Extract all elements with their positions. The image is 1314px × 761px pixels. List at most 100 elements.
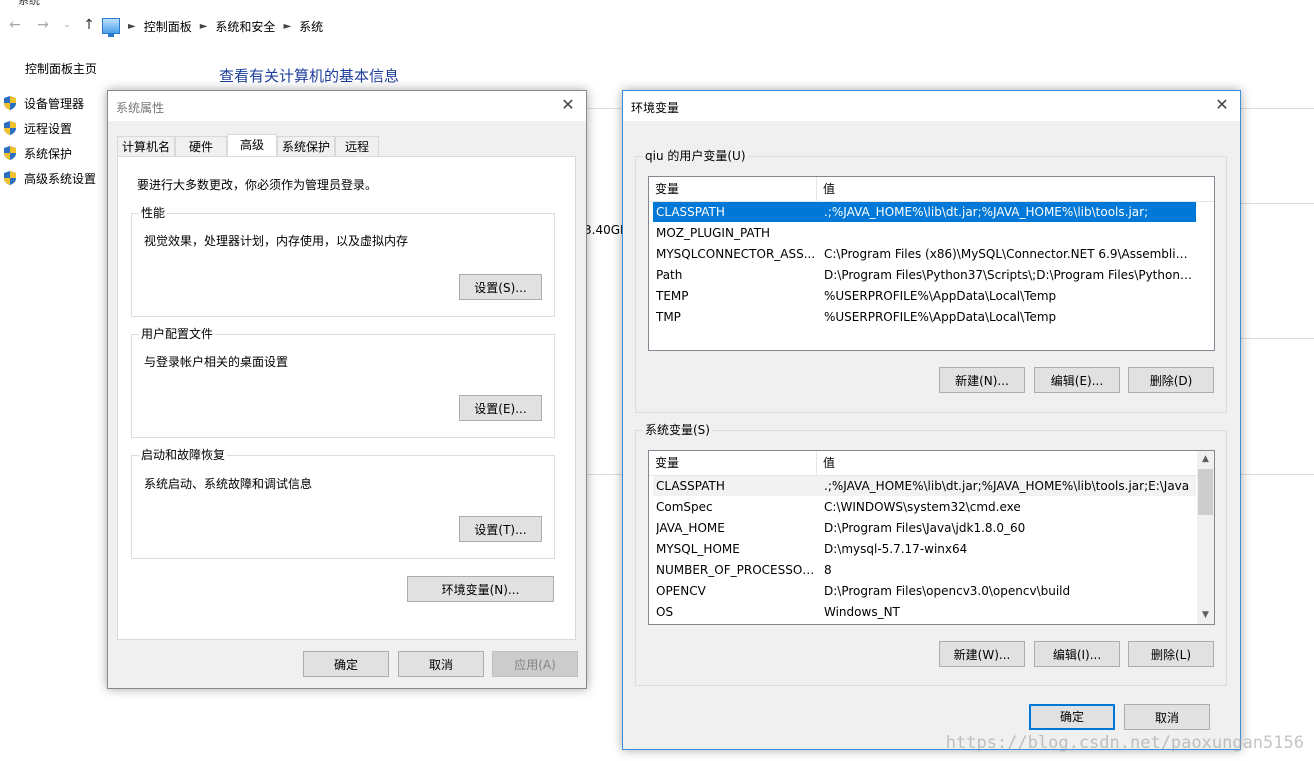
group-label: 用户配置文件 <box>139 327 216 341</box>
vertical-scrollbar[interactable]: ▲ ▼ <box>1197 451 1214 624</box>
tab-advanced[interactable]: 高级 <box>227 134 277 157</box>
chevron-right-icon: ► <box>283 20 292 32</box>
variable-name: TMP <box>656 310 681 324</box>
window-title: 系统 <box>18 0 40 6</box>
system-properties-dialog: 系统属性 ✕ 计算机名 硬件 高级 系统保护 远程 要进行大多数更改，你必须作为… <box>107 90 587 689</box>
cancel-button[interactable]: 取消 <box>1124 704 1210 730</box>
table-row[interactable]: NUMBER_OF_PROCESSORS 8 <box>653 560 1196 580</box>
performance-group: 性能 视觉效果，处理器计划，内存使用，以及虚拟内存 设置(S)... <box>131 206 555 317</box>
variable-value: Windows_NT <box>824 605 900 619</box>
environment-variables-button[interactable]: 环境变量(N)... <box>407 576 554 602</box>
system-delete-button[interactable]: 删除(L) <box>1128 641 1214 667</box>
table-row[interactable]: OPENCV D:\Program Files\opencv3.0\opencv… <box>653 581 1196 601</box>
user-delete-button[interactable]: 删除(D) <box>1128 367 1214 393</box>
system-variables-list[interactable]: 变量 值 CLASSPATH .;%JAVA_HOME%\lib\dt.jar;… <box>648 450 1215 625</box>
user-profiles-settings-button[interactable]: 设置(E)... <box>459 395 542 421</box>
list-header: 变量 值 <box>649 177 1214 202</box>
startup-recovery-settings-button[interactable]: 设置(T)... <box>459 516 542 542</box>
breadcrumb-item-system-security[interactable]: 系统和安全 <box>215 18 275 35</box>
user-variables-list[interactable]: 变量 值 CLASSPATH .;%JAVA_HOME%\lib\dt.jar;… <box>648 176 1215 351</box>
table-row[interactable]: Path D:\Program Files\Python37\Scripts\;… <box>653 265 1196 285</box>
tab-remote[interactable]: 远程 <box>335 136 379 156</box>
dialog-titlebar[interactable]: 环境变量 ✕ <box>623 91 1240 121</box>
user-new-button[interactable]: 新建(N)... <box>939 367 1025 393</box>
cancel-button[interactable]: 取消 <box>398 651 484 677</box>
dialog-title: 系统属性 <box>116 101 165 115</box>
variable-name: TEMP <box>656 289 689 303</box>
watermark: https://blog.csdn.net/paoxungan5156 <box>945 733 1304 753</box>
shield-icon <box>2 120 18 136</box>
chevron-down-icon[interactable]: ⌄ <box>58 16 76 34</box>
variable-value: D:\mysql-5.7.17-winx64 <box>824 542 968 556</box>
variable-value: C:\WINDOWS\system32\cmd.exe <box>824 500 1021 514</box>
system-edit-button[interactable]: 编辑(I)... <box>1034 641 1120 667</box>
table-row[interactable]: MOZ_PLUGIN_PATH <box>653 223 1196 243</box>
variable-name: CLASSPATH <box>656 205 725 219</box>
tab-hardware[interactable]: 硬件 <box>175 136 227 156</box>
back-arrow-icon[interactable]: ← <box>6 16 24 34</box>
column-header-name[interactable]: 变量 <box>649 451 817 475</box>
nav-item-label: 系统保护 <box>24 146 73 161</box>
control-panel-home-link[interactable]: 控制面板主页 <box>25 60 97 77</box>
variable-name: MYSQL_HOME <box>656 542 740 556</box>
table-row[interactable]: MYSQL_HOME D:\mysql-5.7.17-winx64 <box>653 539 1196 559</box>
table-row[interactable]: ComSpec C:\WINDOWS\system32\cmd.exe <box>653 497 1196 517</box>
column-header-name[interactable]: 变量 <box>649 177 817 201</box>
nav-item-device-manager[interactable]: 设备管理器 <box>2 93 84 113</box>
variable-value: %USERPROFILE%\AppData\Local\Temp <box>824 310 1057 324</box>
variable-name: Path <box>656 268 683 282</box>
nav-item-label: 设备管理器 <box>24 96 85 111</box>
scroll-down-icon[interactable]: ▼ <box>1197 607 1214 624</box>
shield-icon <box>2 95 18 111</box>
table-row[interactable]: OS Windows_NT <box>653 602 1196 622</box>
dialog-title: 环境变量 <box>631 101 680 115</box>
table-row[interactable]: CLASSPATH .;%JAVA_HOME%\lib\dt.jar;%JAVA… <box>653 202 1196 222</box>
nav-item-system-protection[interactable]: 系统保护 <box>2 143 72 163</box>
ok-button[interactable]: 确定 <box>1029 704 1115 730</box>
scroll-thumb[interactable] <box>1198 469 1213 515</box>
variable-name: ComSpec <box>656 500 713 514</box>
scroll-up-icon[interactable]: ▲ <box>1197 451 1214 468</box>
table-row[interactable]: MYSQLCONNECTOR_ASS... C:\Program Files (… <box>653 244 1196 264</box>
user-edit-button[interactable]: 编辑(E)... <box>1034 367 1120 393</box>
user-profiles-description: 与登录帐户相关的桌面设置 <box>144 355 289 369</box>
nav-item-remote-settings[interactable]: 远程设置 <box>2 118 72 138</box>
column-header-value[interactable]: 值 <box>817 177 835 201</box>
performance-settings-button[interactable]: 设置(S)... <box>459 274 542 300</box>
page-title: 查看有关计算机的基本信息 <box>219 67 400 85</box>
divider <box>1240 338 1314 339</box>
startup-recovery-group: 启动和故障恢复 系统启动、系统故障和调试信息 设置(T)... <box>131 448 555 559</box>
variable-value: D:\Program Files\opencv3.0\opencv\build <box>824 584 1071 598</box>
tab-computer-name[interactable]: 计算机名 <box>117 136 175 156</box>
window-titlebar: 系统 <box>0 0 1314 6</box>
breadcrumb: ► 控制面板 ► 系统和安全 ► 系统 <box>102 13 323 39</box>
admin-note: 要进行大多数更改，你必须作为管理员登录。 <box>137 178 378 192</box>
table-row[interactable]: JAVA_HOME D:\Program Files\Java\jdk1.8.0… <box>653 518 1196 538</box>
performance-description: 视觉效果，处理器计划，内存使用，以及虚拟内存 <box>144 234 409 248</box>
dialog-titlebar[interactable]: 系统属性 ✕ <box>108 91 586 121</box>
close-icon[interactable]: ✕ <box>558 95 578 115</box>
nav-item-advanced-system-settings[interactable]: 高级系统设置 <box>2 168 96 188</box>
column-header-value[interactable]: 值 <box>817 451 835 475</box>
variable-name: MYSQLCONNECTOR_ASS... <box>656 247 816 261</box>
tab-system-protection[interactable]: 系统保护 <box>277 136 335 156</box>
group-label: 性能 <box>139 206 168 220</box>
variable-value: .;%JAVA_HOME%\lib\dt.jar;%JAVA_HOME%\lib… <box>824 205 1149 219</box>
breadcrumb-item-system[interactable]: 系统 <box>299 18 323 35</box>
breadcrumb-item-control-panel[interactable]: 控制面板 <box>144 18 192 35</box>
ok-button[interactable]: 确定 <box>303 651 389 677</box>
nav-item-label: 远程设置 <box>24 121 73 136</box>
variable-name: NUMBER_OF_PROCESSORS <box>656 563 816 577</box>
close-icon[interactable]: ✕ <box>1212 95 1232 115</box>
table-row[interactable]: TEMP %USERPROFILE%\AppData\Local\Temp <box>653 286 1196 306</box>
shield-icon <box>2 170 18 186</box>
system-new-button[interactable]: 新建(W)... <box>939 641 1025 667</box>
table-row[interactable]: TMP %USERPROFILE%\AppData\Local\Temp <box>653 307 1196 327</box>
list-header: 变量 值 <box>649 451 1197 476</box>
chevron-right-icon: ► <box>199 20 208 32</box>
forward-arrow-icon[interactable]: → <box>34 16 52 34</box>
variable-value: .;%JAVA_HOME%\lib\dt.jar;%JAVA_HOME%\lib… <box>824 479 1190 493</box>
apply-button[interactable]: 应用(A) <box>492 651 578 677</box>
up-arrow-icon[interactable]: ↑ <box>80 16 98 34</box>
table-row[interactable]: CLASSPATH .;%JAVA_HOME%\lib\dt.jar;%JAVA… <box>653 476 1196 496</box>
